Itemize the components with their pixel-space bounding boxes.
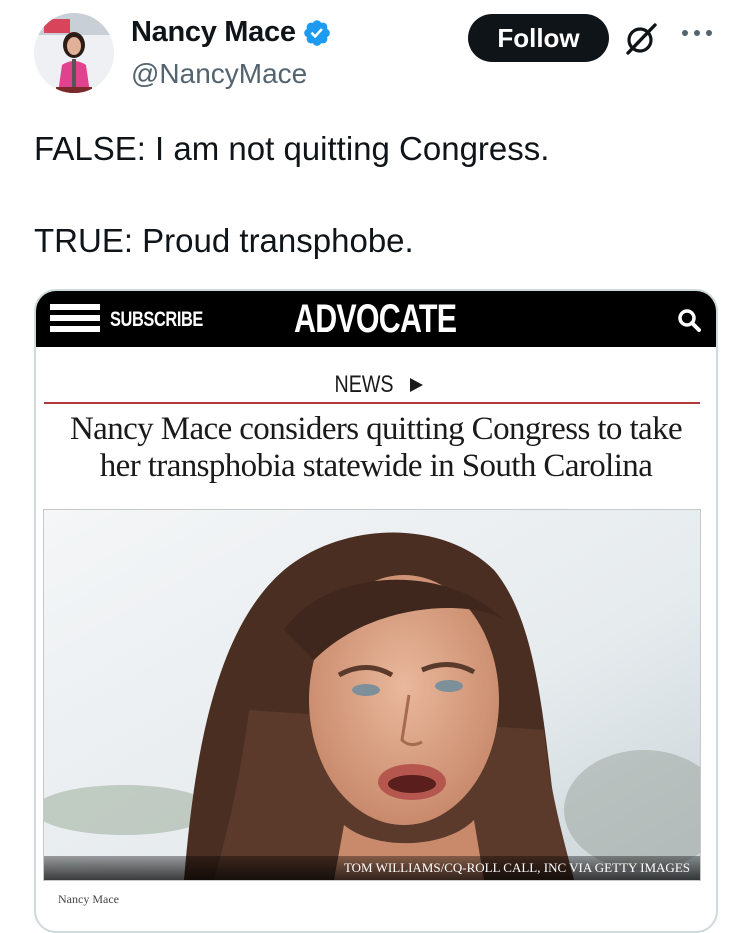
tweet-text: FALSE: I am not quitting Congress. TRUE:…	[34, 126, 714, 264]
display-name[interactable]: Nancy Mace	[131, 16, 296, 49]
menu-icon	[50, 304, 100, 332]
handle[interactable]: @NancyMace	[131, 58, 307, 90]
photo-credit: TOM WILLIAMS/CQ-ROLL CALL, INC VIA GETTY…	[343, 860, 690, 875]
verified-badge-icon	[303, 19, 330, 46]
headline-line-1: Nancy Mace considers quitting Congress t…	[69, 411, 683, 447]
article-headline: Nancy Mace considers quitting Congress t…	[36, 411, 716, 485]
tweet-header: Nancy Mace @NancyMace Follow	[0, 0, 738, 110]
tweet-line-2: TRUE: Proud transphobe.	[34, 222, 414, 259]
subscribe-label: SUBSCRIBE	[110, 308, 203, 331]
article-photo: TOM WILLIAMS/CQ-ROLL CALL, INC VIA GETTY…	[43, 509, 701, 881]
avatar[interactable]	[34, 13, 114, 93]
advocate-logo: ADVOCATE	[294, 297, 457, 341]
avatar-image	[34, 13, 114, 93]
search-icon	[678, 309, 701, 332]
photo-caption: Nancy Mace	[58, 892, 119, 906]
section-name: NEWS	[334, 371, 394, 398]
section-divider	[44, 402, 700, 404]
tweet-line-1: FALSE: I am not quitting Congress.	[34, 130, 550, 167]
more-icon[interactable]	[679, 26, 715, 40]
section-label: NEWS	[36, 371, 716, 399]
headline-line-2: her transphobia statewide in South Carol…	[99, 448, 653, 484]
grok-icon[interactable]	[622, 20, 660, 58]
advocate-nav-bar: SUBSCRIBE ADVOCATE	[36, 291, 716, 347]
portrait-image	[44, 510, 700, 880]
name-row: Nancy Mace	[131, 16, 332, 49]
follow-button[interactable]: Follow	[468, 14, 609, 62]
play-arrow-icon	[410, 378, 423, 392]
tweet-media-card[interactable]: SUBSCRIBE ADVOCATE NEWS Nancy Mace consi…	[34, 289, 718, 933]
